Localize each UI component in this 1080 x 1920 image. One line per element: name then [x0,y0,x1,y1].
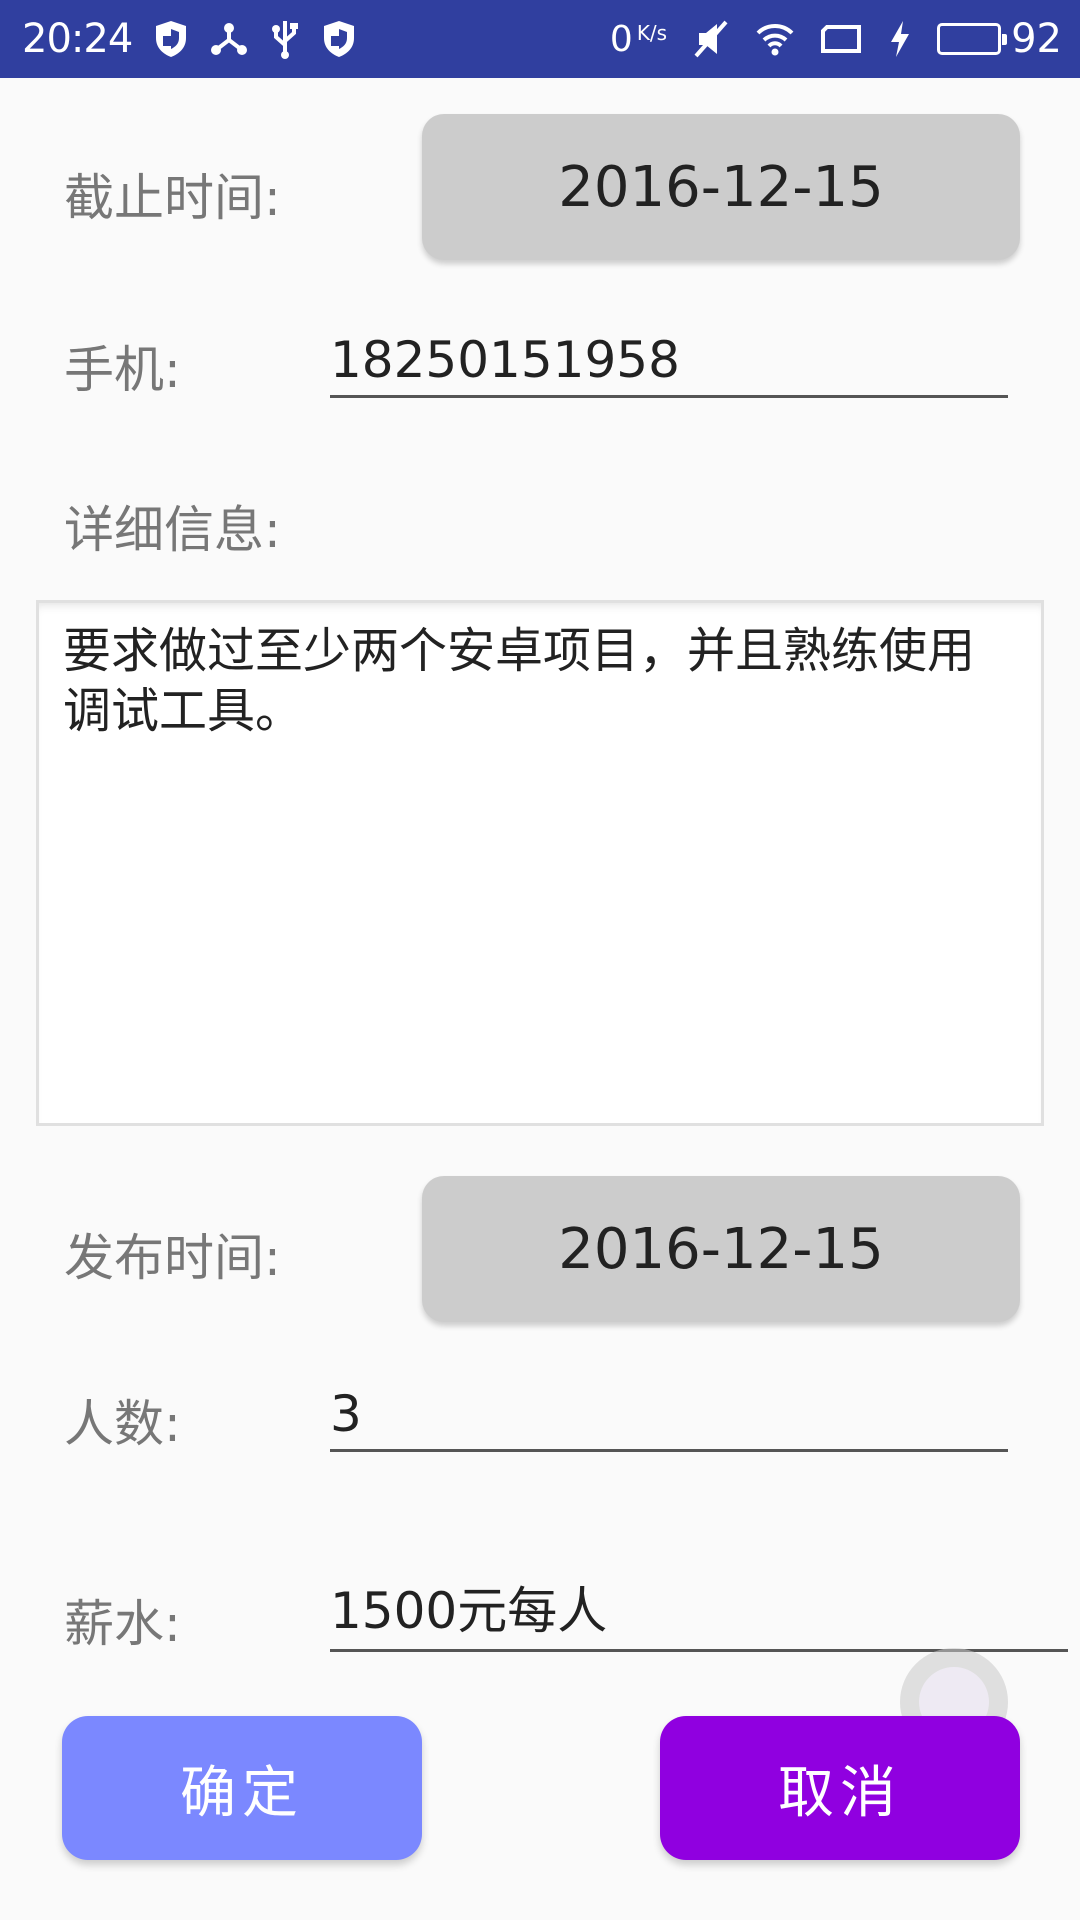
cancel-button[interactable]: 取消 [660,1716,1020,1860]
salary-input[interactable]: 1500元每人 [330,1580,1068,1652]
clock: 20:24 [22,16,133,62]
status-bar: 20:24 0 K/s 92 [0,0,1080,78]
network-icon [210,20,248,58]
salary-label: 薪水: [64,1595,181,1653]
battery-indicator: 92 [937,16,1062,62]
count-label: 人数: [64,1395,181,1453]
network-speed-value: 0 [609,18,633,60]
charging-icon [889,20,911,58]
screen-icon [821,23,863,55]
detail-textarea-value: 要求做过至少两个安卓项目，并且熟练使用调试工具。 [63,623,976,739]
deadline-date-button[interactable]: 2016-12-15 [422,114,1020,260]
battery-level: 92 [1011,16,1062,62]
publish-date-button[interactable]: 2016-12-15 [422,1176,1020,1322]
usb-icon [270,19,300,59]
network-speed-unit: K/s [636,20,668,45]
detail-textarea[interactable]: 要求做过至少两个安卓项目，并且熟练使用调试工具。 [36,600,1044,1126]
count-input[interactable]: 3 [330,1380,1008,1452]
deadline-label: 截止时间: [64,169,281,227]
phone-input[interactable]: 18250151958 [330,326,1008,398]
confirm-button[interactable]: 确定 [62,1716,422,1860]
detail-label: 详细信息: [64,501,281,559]
count-input-value: 3 [330,1385,362,1443]
battery-icon [937,23,1008,55]
salary-input-value: 1500元每人 [330,1582,608,1640]
publish-label: 发布时间: [64,1229,281,1287]
network-speed: 0 K/s [610,19,667,60]
shield-icon [154,20,188,58]
shield-icon [322,20,356,58]
phone-label: 手机: [64,341,181,399]
wifi-icon [755,22,795,56]
mute-icon [693,19,729,59]
phone-input-value: 18250151958 [330,331,680,389]
